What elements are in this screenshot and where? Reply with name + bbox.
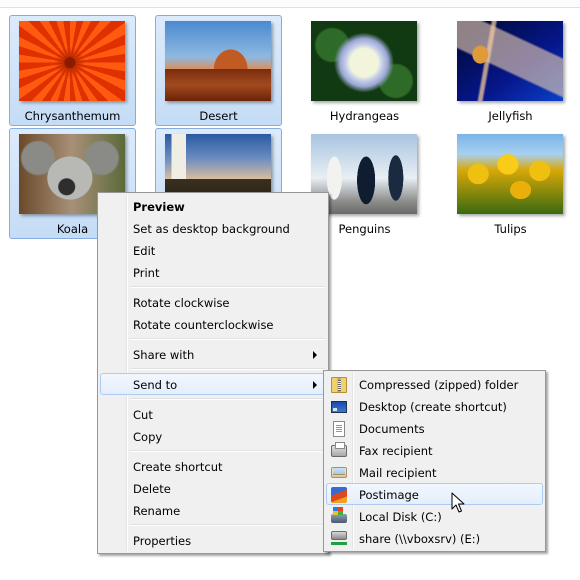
- zip-folder-icon: [331, 377, 347, 393]
- send-to-compressed-folder[interactable]: Compressed (zipped) folder: [326, 373, 543, 395]
- file-item-tulips[interactable]: Tulips: [447, 128, 574, 239]
- header-area: [0, 0, 580, 7]
- send-to-postimage[interactable]: Postimage: [326, 483, 543, 505]
- send-to-documents[interactable]: Documents: [326, 417, 543, 439]
- menu-item-rename[interactable]: Rename: [100, 499, 326, 521]
- menu-item-rotate-clockwise[interactable]: Rotate clockwise: [100, 291, 326, 313]
- menu-item-label: Mail recipient: [359, 466, 437, 480]
- file-item-jellyfish[interactable]: Jellyfish: [447, 15, 574, 126]
- documents-icon: [333, 421, 345, 437]
- file-label: Chrysanthemum: [24, 109, 121, 123]
- send-to-fax-recipient[interactable]: Fax recipient: [326, 439, 543, 461]
- menu-item-set-desktop-background[interactable]: Set as desktop background: [100, 217, 326, 239]
- header-divider: [0, 7, 580, 8]
- menu-item-share-with[interactable]: Share with: [100, 343, 326, 365]
- file-label: Hydrangeas: [329, 109, 400, 123]
- mouse-pointer-icon: [451, 492, 465, 513]
- menu-item-rotate-counterclockwise[interactable]: Rotate counterclockwise: [100, 313, 326, 335]
- submenu-arrow-icon: [313, 351, 317, 359]
- menu-item-label: Local Disk (C:): [359, 510, 442, 524]
- fax-icon: [331, 442, 347, 457]
- local-disk-icon: [331, 507, 347, 523]
- network-drive-icon: [331, 531, 347, 545]
- file-label: Tulips: [494, 222, 527, 236]
- thumbnail-desert: [165, 21, 271, 101]
- desktop-icon: [331, 401, 347, 413]
- menu-separator: [130, 450, 325, 451]
- thumbnail-jellyfish: [457, 21, 563, 101]
- postimage-icon: [331, 487, 347, 503]
- thumbnail-hydrangeas: [311, 21, 417, 101]
- menu-item-create-shortcut[interactable]: Create shortcut: [100, 455, 326, 477]
- send-to-mail-recipient[interactable]: Mail recipient: [326, 461, 543, 483]
- menu-item-label: Fax recipient: [359, 444, 433, 458]
- menu-separator: [130, 524, 325, 525]
- menu-item-label: Postimage: [359, 488, 419, 502]
- context-menu: Preview Set as desktop background Edit P…: [97, 192, 329, 554]
- menu-item-copy[interactable]: Copy: [100, 425, 326, 447]
- thumbnail-tulips: [457, 134, 563, 214]
- send-to-network-share[interactable]: share (\\vboxsrv) (E:): [326, 527, 543, 549]
- file-item-hydrangeas[interactable]: Hydrangeas: [301, 15, 428, 126]
- menu-item-label: Documents: [359, 422, 425, 436]
- menu-item-properties[interactable]: Properties: [100, 529, 326, 551]
- menu-separator: [130, 398, 325, 399]
- menu-separator: [130, 368, 325, 369]
- file-label: Desert: [199, 109, 238, 123]
- mail-icon: [331, 467, 347, 478]
- menu-item-label: Share with: [133, 348, 195, 362]
- menu-separator: [130, 338, 325, 339]
- send-to-local-disk[interactable]: Local Disk (C:): [326, 505, 543, 527]
- send-to-submenu: Compressed (zipped) folder Desktop (crea…: [323, 370, 546, 552]
- menu-item-cut[interactable]: Cut: [100, 403, 326, 425]
- send-to-desktop[interactable]: Desktop (create shortcut): [326, 395, 543, 417]
- menu-item-print[interactable]: Print: [100, 261, 326, 283]
- file-item-chrysanthemum[interactable]: Chrysanthemum: [9, 15, 136, 126]
- menu-item-edit[interactable]: Edit: [100, 239, 326, 261]
- menu-item-label: Desktop (create shortcut): [359, 400, 507, 414]
- menu-item-label: share (\\vboxsrv) (E:): [359, 532, 481, 546]
- menu-separator: [130, 286, 325, 287]
- menu-item-preview[interactable]: Preview: [100, 195, 326, 217]
- submenu-arrow-icon: [313, 381, 317, 389]
- menu-item-label: Compressed (zipped) folder: [359, 378, 519, 392]
- file-label: Jellyfish: [488, 109, 533, 123]
- menu-item-label: Send to: [133, 378, 178, 392]
- menu-item-delete[interactable]: Delete: [100, 477, 326, 499]
- menu-item-send-to[interactable]: Send to: [100, 373, 326, 395]
- file-item-desert[interactable]: Desert: [155, 15, 282, 126]
- thumbnail-chrysanthemum: [19, 21, 125, 101]
